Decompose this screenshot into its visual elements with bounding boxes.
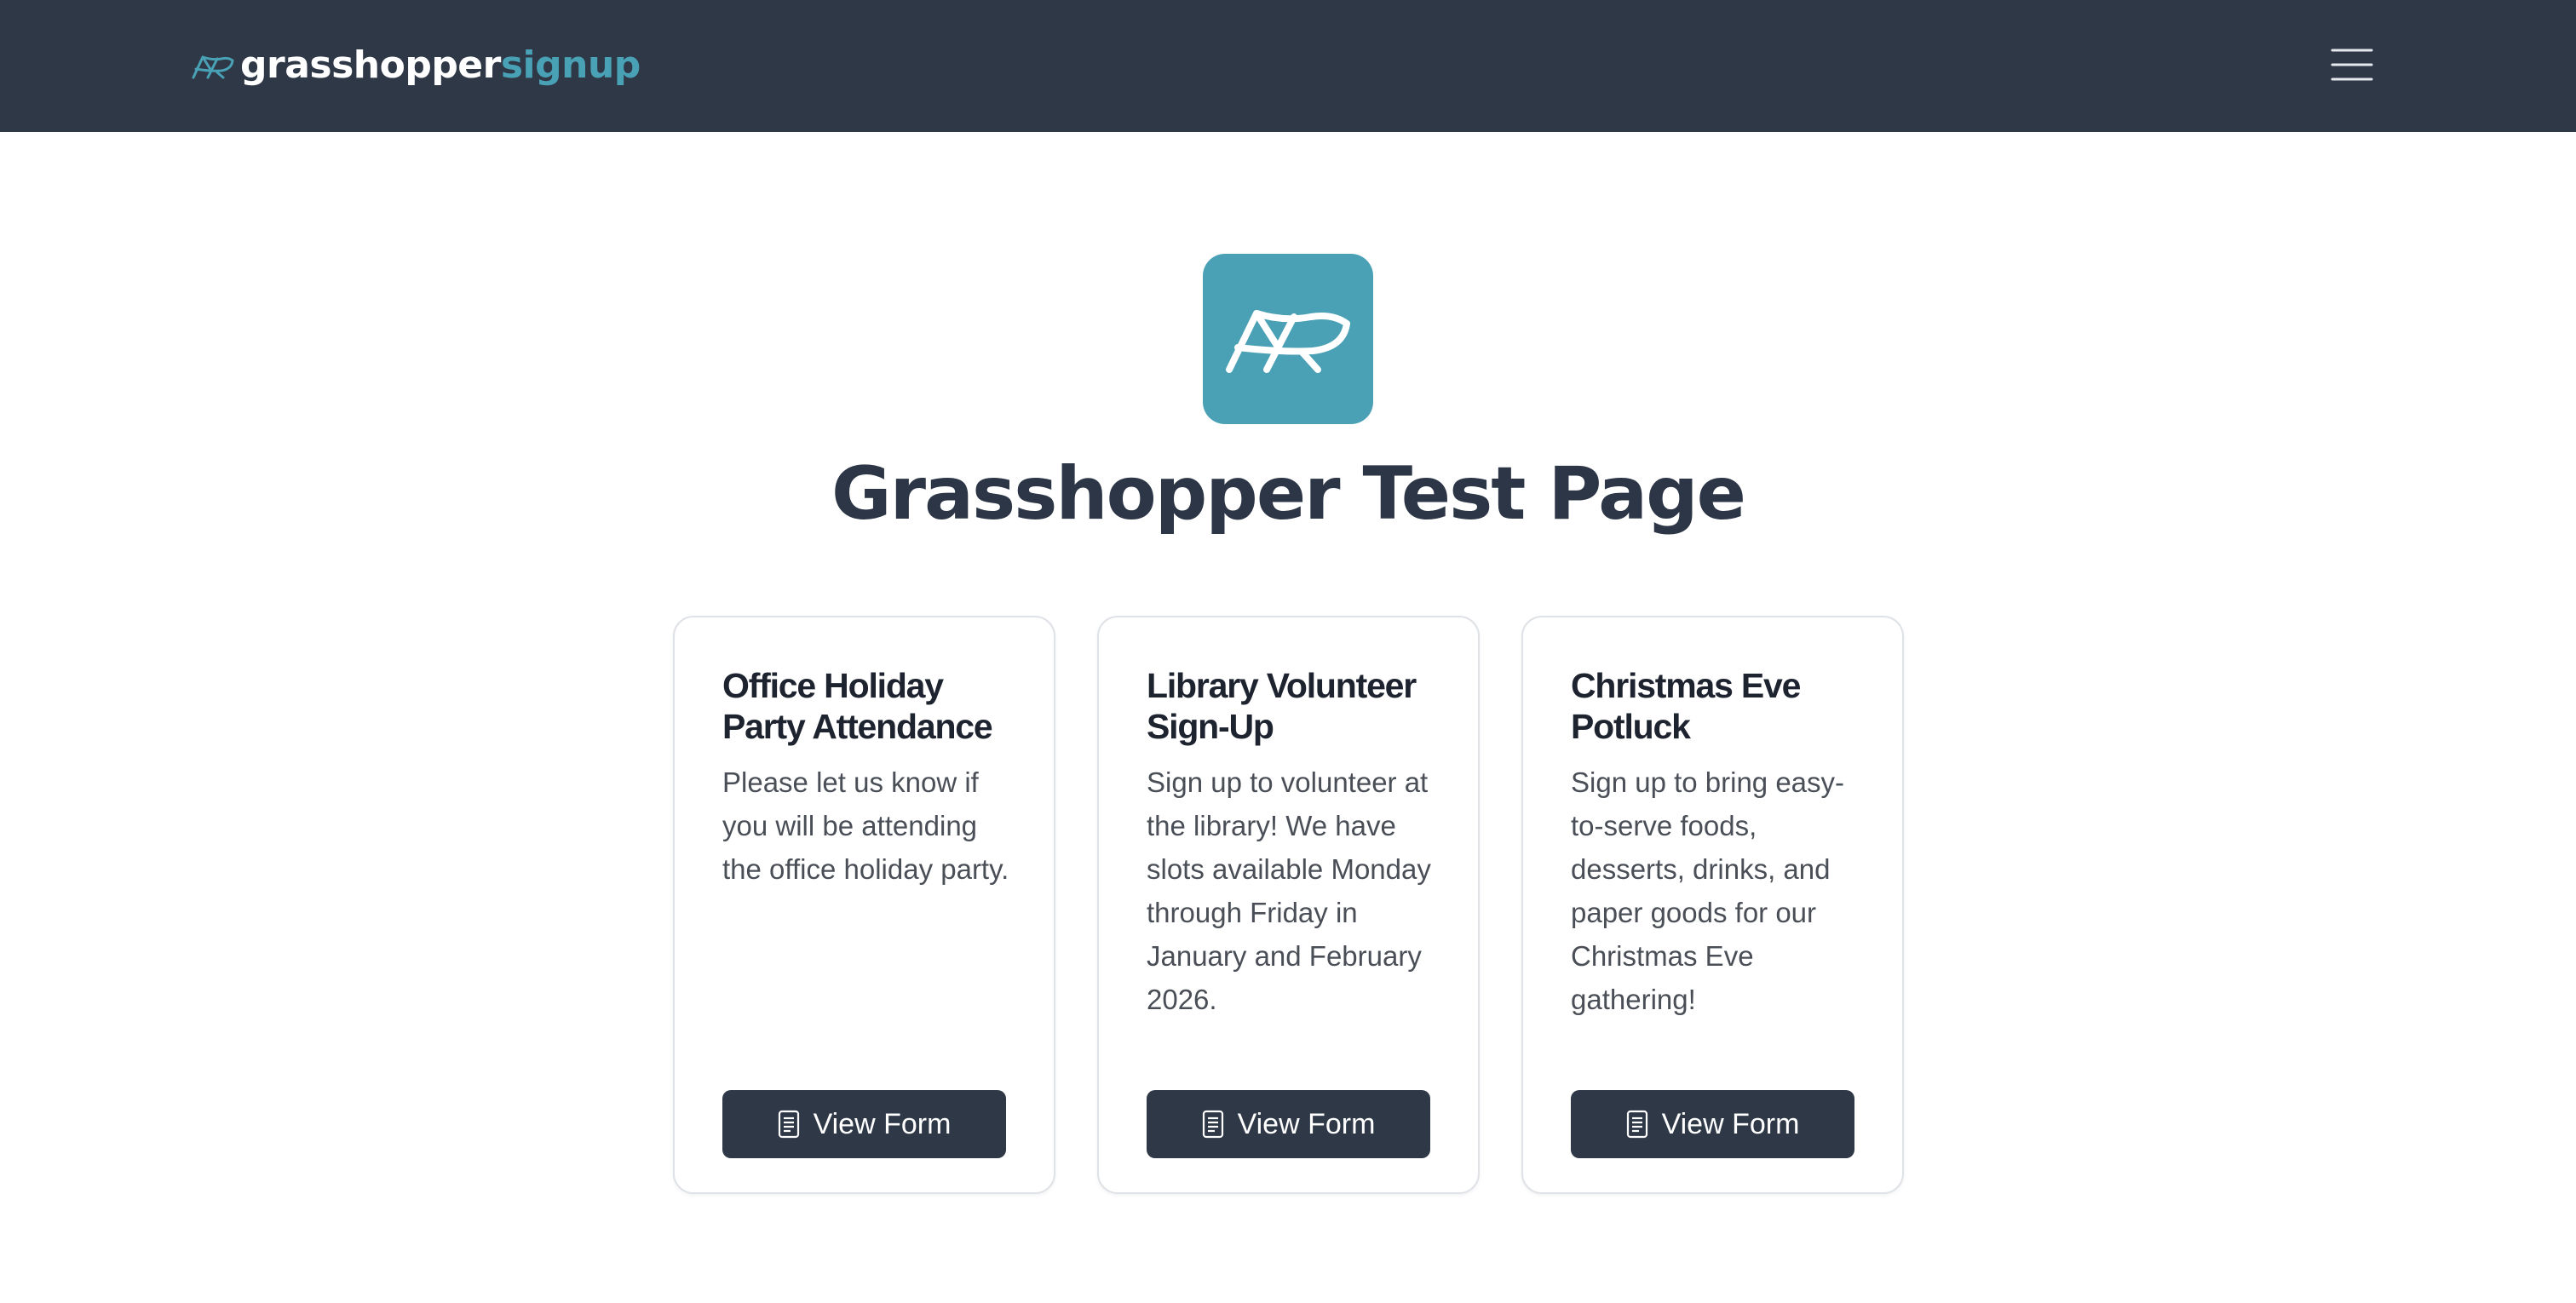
view-form-button[interactable]: View Form (722, 1090, 1006, 1158)
form-card: Office Holiday Party Attendance Please l… (673, 616, 1055, 1194)
card-description: Please let us know if you will be attend… (722, 766, 1009, 885)
hero-logo (1203, 254, 1373, 424)
view-form-button[interactable]: View Form (1571, 1090, 1854, 1158)
view-form-button-label: View Form (1661, 1107, 1800, 1140)
view-form-button-label: View Form (1237, 1107, 1376, 1140)
form-card: Christmas Eve Potluck Sign up to bring e… (1521, 616, 1904, 1194)
grasshopper-icon (1226, 310, 1350, 373)
brand-name: grasshoppersignup (240, 47, 641, 84)
view-form-button[interactable]: View Form (1147, 1090, 1430, 1158)
card-title: Office Holiday Party Attendance (722, 666, 993, 746)
grasshopper-icon (192, 55, 234, 79)
top-navbar: grasshoppersignup (0, 0, 2576, 132)
card-description: Sign up to bring easy-to-serve foods, de… (1571, 766, 1845, 1015)
document-icon (1202, 1110, 1223, 1139)
brand-logo-link[interactable]: grasshoppersignup (191, 39, 641, 92)
form-card: Library Volunteer Sign-Up Sign up to vol… (1097, 616, 1480, 1194)
hamburger-menu-icon (2331, 49, 2373, 81)
brand-name-part2: signup (500, 43, 641, 87)
card-title: Christmas Eve Potluck (1571, 666, 1801, 746)
brand-name-part1: grasshopper (240, 43, 501, 87)
hamburger-menu-button[interactable] (2328, 43, 2376, 86)
card-title: Library Volunteer Sign-Up (1147, 666, 1417, 746)
view-form-button-label: View Form (813, 1107, 952, 1140)
document-icon (1626, 1110, 1647, 1139)
document-icon (778, 1110, 799, 1139)
page-title: Grasshopper Test Page (831, 451, 1746, 537)
card-description: Sign up to volunteer at the library! We … (1147, 766, 1431, 1015)
